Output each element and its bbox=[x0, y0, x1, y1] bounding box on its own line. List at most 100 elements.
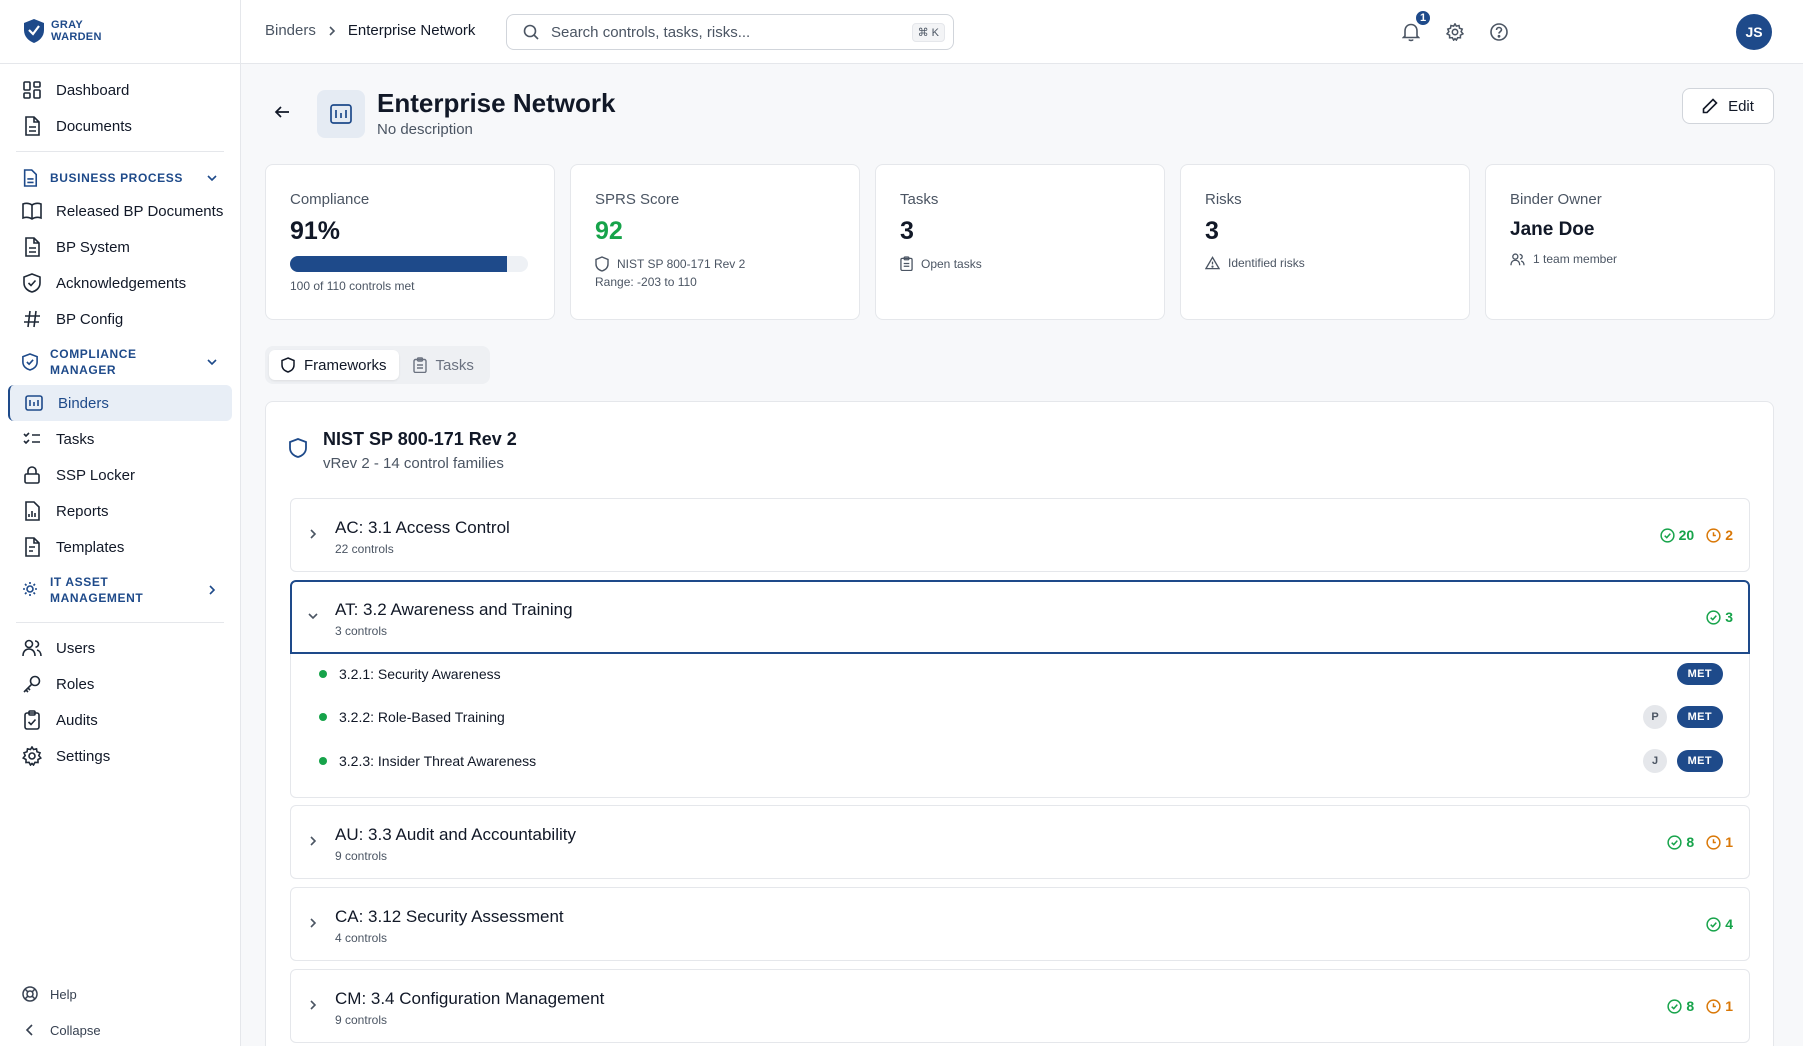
binder-icon bbox=[24, 393, 44, 413]
chevron-down-icon bbox=[307, 610, 319, 622]
key-icon bbox=[22, 674, 42, 694]
breadcrumb-binders[interactable]: Binders bbox=[265, 22, 316, 39]
check-circle-icon bbox=[1667, 998, 1683, 1014]
shield-icon bbox=[281, 357, 295, 373]
status-dot bbox=[319, 670, 327, 678]
tab-frameworks[interactable]: Frameworks bbox=[269, 350, 399, 380]
collapse-label: Collapse bbox=[50, 1022, 101, 1038]
met-count: 20 bbox=[1678, 527, 1695, 543]
sidebar-item-audits[interactable]: Audits bbox=[8, 702, 232, 738]
warn-count: 1 bbox=[1725, 998, 1733, 1014]
page-title: Enterprise Network bbox=[377, 88, 616, 118]
sidebar-item-binders[interactable]: Binders bbox=[8, 385, 232, 421]
chevron-right-icon bbox=[307, 835, 319, 847]
section-label-line-1: IT ASSET bbox=[50, 575, 109, 589]
sidebar-item-bp-config[interactable]: BP Config bbox=[8, 301, 232, 337]
family-row-ac[interactable]: AC: 3.1 Access Control 22 controls 20 2 bbox=[290, 498, 1750, 572]
sidebar-item-label: Acknowledgements bbox=[56, 274, 187, 292]
card-label: Tasks bbox=[900, 191, 939, 208]
notifications-button[interactable]: 1 bbox=[1399, 9, 1432, 44]
tab-tasks[interactable]: Tasks bbox=[401, 350, 486, 380]
main-content: Enterprise Network No description Edit C… bbox=[241, 64, 1803, 1046]
shield-check-icon bbox=[22, 353, 40, 371]
family-row-at[interactable]: AT: 3.2 Awareness and Training 3 control… bbox=[290, 580, 1750, 654]
page-description: No description bbox=[377, 121, 473, 138]
sidebar-item-templates[interactable]: Templates bbox=[8, 529, 232, 565]
edit-label: Edit bbox=[1728, 97, 1754, 115]
warn-count: 1 bbox=[1725, 834, 1733, 850]
back-button[interactable] bbox=[272, 102, 296, 126]
user-avatar[interactable]: JS bbox=[1736, 14, 1772, 50]
warning-triangle-icon bbox=[1205, 256, 1220, 270]
met-count: 8 bbox=[1686, 998, 1695, 1014]
sidebar-item-reports[interactable]: Reports bbox=[8, 493, 232, 529]
family-title: AU: 3.3 Audit and Accountability bbox=[335, 825, 576, 844]
sidebar-item-tasks[interactable]: Tasks bbox=[8, 421, 232, 457]
search-box[interactable]: ⌘ K bbox=[506, 14, 954, 50]
section-label: COMPLIANCE MANAGER bbox=[50, 346, 137, 378]
help-link[interactable]: Help bbox=[22, 986, 77, 1002]
document-icon bbox=[22, 116, 42, 136]
gear-icon bbox=[1446, 23, 1464, 41]
control-row[interactable]: 3.2.3: Insider Threat Awareness J MET bbox=[291, 741, 1751, 781]
section-business-process[interactable]: BUSINESS PROCESS bbox=[8, 168, 232, 188]
section-label: IT ASSET MANAGEMENT bbox=[50, 574, 143, 606]
family-row-au[interactable]: AU: 3.3 Audit and Accountability 9 contr… bbox=[290, 805, 1750, 879]
binder-owner-card: Binder Owner Jane Doe 1 team member bbox=[1485, 164, 1775, 320]
met-count: 4 bbox=[1725, 916, 1733, 932]
family-title: CA: 3.12 Security Assessment bbox=[335, 907, 564, 926]
divider bbox=[16, 622, 224, 623]
sidebar-item-acknowledgements[interactable]: Acknowledgements bbox=[8, 265, 232, 301]
sidebar-item-label: Users bbox=[56, 639, 96, 657]
section-compliance-manager[interactable]: COMPLIANCE MANAGER bbox=[8, 345, 232, 379]
shield-logo-icon bbox=[23, 18, 45, 44]
check-circle-icon bbox=[1659, 527, 1675, 543]
users-icon bbox=[22, 638, 42, 658]
control-row[interactable]: 3.2.2: Role-Based Training P MET bbox=[291, 697, 1751, 737]
tab-bar: Frameworks Tasks bbox=[265, 346, 490, 384]
card-label: Binder Owner bbox=[1510, 191, 1602, 208]
section-it-asset-management[interactable]: IT ASSET MANAGEMENT bbox=[8, 573, 232, 607]
tab-label: Tasks bbox=[435, 356, 474, 374]
book-icon bbox=[22, 201, 42, 221]
family-title: AT: 3.2 Awareness and Training bbox=[335, 600, 573, 619]
sidebar-item-dashboard[interactable]: Dashboard bbox=[8, 72, 232, 108]
family-row-ca[interactable]: CA: 3.12 Security Assessment 4 controls … bbox=[290, 887, 1750, 961]
tasks-value: 3 bbox=[900, 217, 914, 245]
settings-button[interactable] bbox=[1443, 20, 1467, 44]
status-badge: MET bbox=[1676, 706, 1723, 728]
control-row[interactable]: 3.2.1: Security Awareness MET bbox=[291, 654, 1751, 694]
lock-icon bbox=[22, 465, 42, 485]
sidebar-item-settings[interactable]: Settings bbox=[8, 738, 232, 774]
help-button[interactable] bbox=[1487, 20, 1511, 44]
sidebar-item-users[interactable]: Users bbox=[8, 630, 232, 666]
sidebar-item-label: Settings bbox=[56, 747, 111, 765]
sidebar-item-label: SSP Locker bbox=[56, 466, 135, 484]
edit-button[interactable]: Edit bbox=[1682, 88, 1774, 124]
met-stat: 8 bbox=[1667, 834, 1694, 850]
status-badge: MET bbox=[1676, 750, 1723, 772]
sprs-range: Range: -203 to 110 bbox=[595, 275, 697, 289]
chevron-right-icon bbox=[307, 999, 319, 1011]
warn-stat: 1 bbox=[1706, 834, 1733, 850]
family-row-cm[interactable]: CM: 3.4 Configuration Management 9 contr… bbox=[290, 969, 1750, 1043]
help-lifebuoy-icon bbox=[22, 986, 38, 1002]
search-input[interactable] bbox=[551, 23, 891, 41]
sidebar-item-ssp-locker[interactable]: SSP Locker bbox=[8, 457, 232, 493]
sidebar-item-label: Released BP Documents bbox=[56, 202, 224, 220]
family-stats: 20 2 bbox=[1659, 527, 1733, 543]
dashboard-icon bbox=[22, 80, 42, 100]
sidebar-item-roles[interactable]: Roles bbox=[8, 666, 232, 702]
warn-stat: 2 bbox=[1706, 527, 1733, 543]
tasks-card[interactable]: Tasks 3 Open tasks bbox=[875, 164, 1165, 320]
brand-logo[interactable]: GRAY WARDEN bbox=[23, 18, 102, 44]
sidebar-item-label: Tasks bbox=[56, 430, 95, 448]
document-icon bbox=[22, 237, 42, 257]
risks-card[interactable]: Risks 3 Identified risks bbox=[1180, 164, 1470, 320]
sidebar-item-bp-system[interactable]: BP System bbox=[8, 229, 232, 265]
sidebar-item-released-bp-documents[interactable]: Released BP Documents bbox=[8, 193, 232, 229]
sidebar: GRAY WARDEN Dashboard Documents BUSINESS… bbox=[0, 0, 241, 1046]
sidebar-item-documents[interactable]: Documents bbox=[8, 108, 232, 144]
collapse-button[interactable]: Collapse bbox=[22, 1022, 101, 1038]
check-circle-icon bbox=[1706, 916, 1721, 932]
